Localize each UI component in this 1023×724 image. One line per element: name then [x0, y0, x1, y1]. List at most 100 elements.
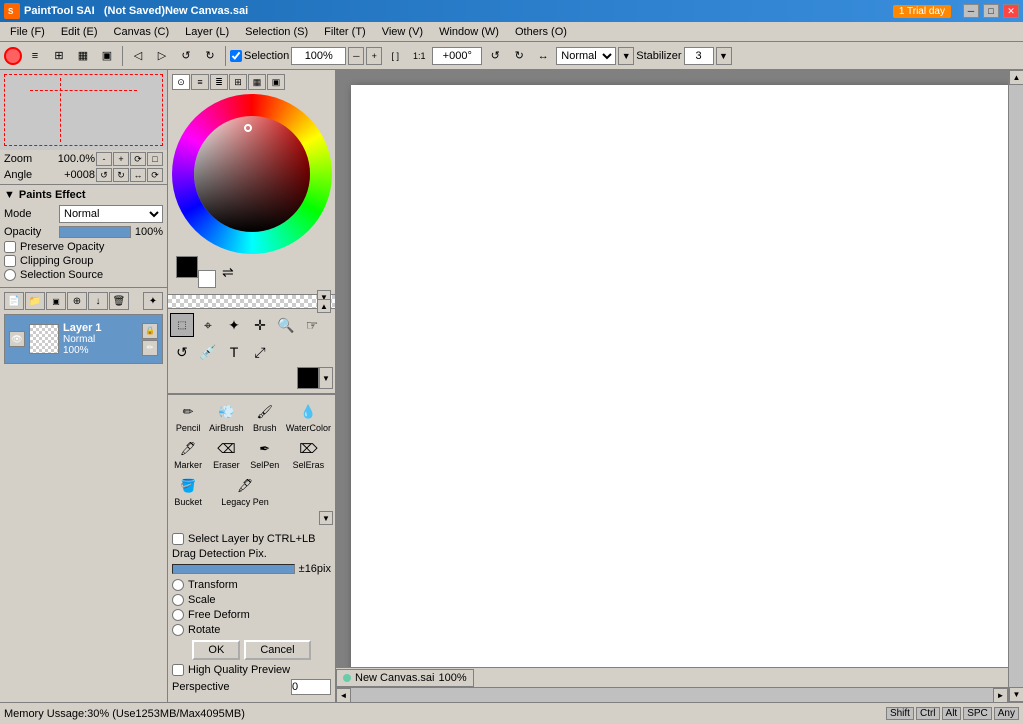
color-options-btn[interactable]: ▼ — [319, 367, 333, 389]
drag-detect-bar[interactable] — [172, 564, 295, 574]
rot-flip[interactable]: ↔ — [532, 45, 554, 67]
zoom-1to1[interactable]: 1:1 — [408, 45, 430, 67]
clipping-group-check[interactable] — [4, 255, 16, 267]
scroll-track-h[interactable] — [351, 688, 993, 702]
swap-colors-btn[interactable]: ⇌ — [222, 264, 234, 281]
hand-tool[interactable]: ☞ — [300, 313, 324, 337]
ok-button[interactable]: OK — [192, 640, 240, 660]
layer-merge-btn[interactable]: ↓ — [88, 292, 108, 310]
layer-lock[interactable]: 🔒 — [142, 323, 158, 339]
nav-rot-left[interactable]: ↺ — [175, 45, 197, 67]
angle-flip[interactable]: ↔ — [130, 168, 146, 182]
zoom-input[interactable] — [291, 47, 346, 65]
foreground-swatch[interactable] — [176, 256, 198, 278]
text-tool[interactable]: T — [222, 340, 246, 364]
new-folder-btn[interactable]: 📁 — [25, 292, 45, 310]
zoom-fit[interactable]: [ ] — [384, 45, 406, 67]
menu-window[interactable]: Window (W) — [431, 25, 507, 39]
select-layer-check[interactable] — [172, 533, 184, 545]
scroll-left-btn[interactable]: ◄ — [336, 688, 351, 702]
canvas-tab[interactable]: New Canvas.sai 100% — [336, 669, 474, 687]
canvas-container[interactable]: ▲ ▼ ◄ ► — [336, 70, 1023, 702]
layer-edit[interactable]: ✏ — [142, 340, 158, 356]
eyedropper-tool[interactable]: 💉 — [196, 340, 220, 364]
rot-left[interactable]: ↺ — [484, 45, 506, 67]
watercolor-tool[interactable]: 💧 WaterColor — [284, 399, 333, 435]
color-tab-grid[interactable]: ⊞ — [229, 74, 247, 90]
free-deform-radio[interactable] — [172, 609, 184, 621]
brush-scroll-down[interactable]: ▼ — [319, 511, 333, 525]
zoom-tool[interactable]: 🔍 — [274, 313, 298, 337]
menu-filter[interactable]: Filter (T) — [316, 25, 374, 39]
paints-effect-header[interactable]: ▼ Paints Effect — [4, 189, 163, 201]
selection-checkbox[interactable] — [230, 50, 242, 62]
move-tool[interactable]: ✛ — [248, 313, 272, 337]
nav-prev[interactable]: ◁ — [127, 45, 149, 67]
stabilizer-input[interactable] — [684, 47, 714, 65]
zoom-inc[interactable]: + — [113, 152, 129, 166]
layer-visibility[interactable]: 👁 — [9, 331, 25, 347]
selection-source-radio[interactable] — [4, 269, 16, 281]
magic-wand-tool[interactable]: ✦ — [222, 313, 246, 337]
color-tab-wheel[interactable]: ⊙ — [172, 74, 190, 90]
preview-scroll-up[interactable]: ▲ — [317, 299, 331, 313]
color-gradient[interactable] — [194, 116, 310, 232]
scale-radio[interactable] — [172, 594, 184, 606]
layer-mask-btn[interactable]: ▣ — [46, 292, 66, 310]
menu-canvas[interactable]: Canvas (C) — [106, 25, 178, 39]
eraser-tool[interactable]: ⌫ Eraser — [207, 436, 246, 472]
layer-item[interactable]: 👁 Layer 1 Normal 100% 🔒 ✏ — [5, 315, 162, 363]
perspective-input[interactable] — [291, 679, 331, 695]
rotation-input[interactable] — [432, 47, 482, 65]
scroll-track-v[interactable] — [1009, 85, 1023, 687]
legacy-pen-tool[interactable]: 🖋 Legacy Pen — [207, 473, 283, 509]
color-wheel-container[interactable] — [172, 94, 332, 254]
zoom-plus[interactable]: + — [366, 47, 382, 65]
digital-btn[interactable]: ▣ — [96, 45, 118, 67]
rotate-canvas-tool[interactable]: ↺ — [170, 340, 194, 364]
layer-copy-btn[interactable]: ⊕ — [67, 292, 87, 310]
preserve-opacity-check[interactable] — [4, 241, 16, 253]
canvas-area[interactable] — [351, 85, 1008, 687]
marquee-tool[interactable]: ⬚ — [170, 313, 194, 337]
saturation-value-square[interactable] — [194, 116, 310, 232]
minimize-button[interactable]: ─ — [963, 4, 979, 18]
marker-tool[interactable]: 🖊 Marker — [170, 436, 206, 472]
angle-left[interactable]: ↺ — [96, 168, 112, 182]
airbrush-tool[interactable]: 💨 AirBrush — [207, 399, 246, 435]
zoom-dec[interactable]: - — [96, 152, 112, 166]
brush-tool[interactable]: 🖌 Brush — [247, 399, 283, 435]
rotate-radio[interactable] — [172, 624, 184, 636]
opacity-bar[interactable] — [59, 226, 131, 238]
nav-next[interactable]: ▷ — [151, 45, 173, 67]
blend-minus[interactable]: ▼ — [618, 47, 634, 65]
angle-reset[interactable]: ⟳ — [147, 168, 163, 182]
color-tab-rgb[interactable]: ≡ — [191, 74, 209, 90]
nav-rot-right[interactable]: ↻ — [199, 45, 221, 67]
color-tab-picker[interactable]: ▦ — [248, 74, 266, 90]
scroll-up-btn[interactable]: ▲ — [1009, 70, 1023, 85]
color-tab-digital[interactable]: ▣ — [267, 74, 285, 90]
palette-btn[interactable]: ⊞ — [48, 45, 70, 67]
free-transform-tool[interactable]: ⤢ — [248, 340, 272, 364]
swatch-btn[interactable]: ▦ — [72, 45, 94, 67]
rgb-btn[interactable]: ≡ — [24, 45, 46, 67]
color-tab-hsv[interactable]: ≣ — [210, 74, 228, 90]
scroll-down-btn[interactable]: ▼ — [1009, 687, 1023, 702]
menu-selection[interactable]: Selection (S) — [237, 25, 316, 39]
seleras-tool[interactable]: ⌦ SelEras — [284, 436, 333, 472]
zoom-minus[interactable]: ─ — [348, 47, 364, 65]
close-button[interactable]: ✕ — [1003, 4, 1019, 18]
angle-right[interactable]: ↻ — [113, 168, 129, 182]
menu-file[interactable]: File (F) — [2, 25, 53, 39]
menu-layer[interactable]: Layer (L) — [177, 25, 237, 39]
zoom-reset[interactable]: ⟳ — [130, 152, 146, 166]
rot-right[interactable]: ↻ — [508, 45, 530, 67]
cancel-button[interactable]: Cancel — [244, 640, 310, 660]
hq-preview-check[interactable] — [172, 664, 184, 676]
lasso-tool[interactable]: ⌖ — [196, 313, 220, 337]
menu-view[interactable]: View (V) — [374, 25, 431, 39]
bucket-tool[interactable]: 🪣 Bucket — [170, 473, 206, 509]
menu-edit[interactable]: Edit (E) — [53, 25, 106, 39]
hsv-btn[interactable] — [4, 47, 22, 65]
